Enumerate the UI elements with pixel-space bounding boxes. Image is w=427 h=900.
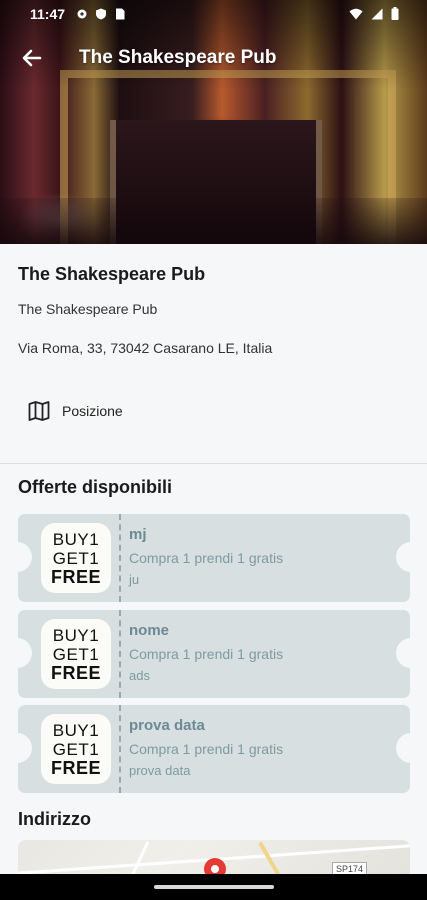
offer-description: Compra 1 prendi 1 gratis [129,550,284,566]
coupon-dashed-separator [119,705,121,793]
app-bar-title: The Shakespeare Pub [79,47,277,68]
offer-description: Compra 1 prendi 1 gratis [129,646,284,662]
coupon-dashed-separator [119,610,121,698]
coupon-dashed-separator [119,514,121,602]
coupon-notch-right [396,733,410,763]
status-bar: 11:47 [0,0,427,30]
offer-note: prova data [129,763,191,778]
battery-icon [391,7,399,23]
badge-line: BUY1 [52,720,100,740]
coupon-notch-left [18,638,32,668]
signal-icon [371,7,383,23]
gear-icon [76,7,88,19]
offer-note: ads [129,668,150,683]
coupon-notch-left [18,542,32,572]
back-button[interactable] [18,44,46,72]
app-bar: The Shakespeare Pub [0,38,427,78]
coupon-notch-right [396,638,410,668]
bogo-badge: BUY1 GET1 FREE [41,523,111,593]
offer-coupon[interactable]: BUY1 GET1 FREE nome Compra 1 prendi 1 gr… [18,610,410,698]
address-title: Indirizzo [18,809,91,829]
offer-title: prova data [129,717,205,734]
bogo-badge: BUY1 GET1 FREE [41,619,111,689]
offer-note: ju [129,572,140,587]
offer-description: Compra 1 prendi 1 gratis [129,741,284,757]
badge-line: GET1 [52,644,100,664]
badge-line: BUY1 [52,625,100,645]
venue-subtitle: The Shakespeare Pub [18,301,158,317]
offer-title: mj [129,526,147,543]
offer-coupon[interactable]: BUY1 GET1 FREE mj Compra 1 prendi 1 grat… [18,514,410,602]
coupon-notch-left [18,733,32,763]
position-button-label: Posizione [62,403,123,419]
offer-coupon[interactable]: BUY1 GET1 FREE prova data Compra 1 prend… [18,705,410,793]
bogo-badge: BUY1 GET1 FREE [41,714,111,784]
venue-info: The Shakespeare Pub The Shakespeare Pub … [0,244,427,464]
status-time: 11:47 [30,6,66,22]
badge-line: GET1 [52,739,100,759]
sim-card-icon [114,7,126,20]
offer-title: nome [129,622,170,639]
offers-title: Offerte disponibili [18,477,173,497]
hero-crowd-decoration [0,198,427,244]
shield-icon [95,7,107,20]
badge-line: BUY1 [52,529,100,549]
system-nav-bar [0,874,427,900]
position-button[interactable]: Posizione [18,394,133,428]
map-icon [28,401,50,421]
badge-line: FREE [50,662,101,683]
home-gesture-handle[interactable] [154,885,274,889]
section-divider [0,463,427,464]
map-road [258,841,282,879]
badge-line: GET1 [52,548,100,568]
coupon-notch-right [396,542,410,572]
venue-address: Via Roma, 33, 73042 Casarano LE, Italia [18,340,273,356]
badge-line: FREE [50,757,101,778]
badge-line: FREE [50,566,101,587]
venue-name: The Shakespeare Pub [18,264,206,284]
hero-image [0,0,427,244]
arrow-left-icon [22,49,42,67]
wifi-icon [349,7,363,23]
